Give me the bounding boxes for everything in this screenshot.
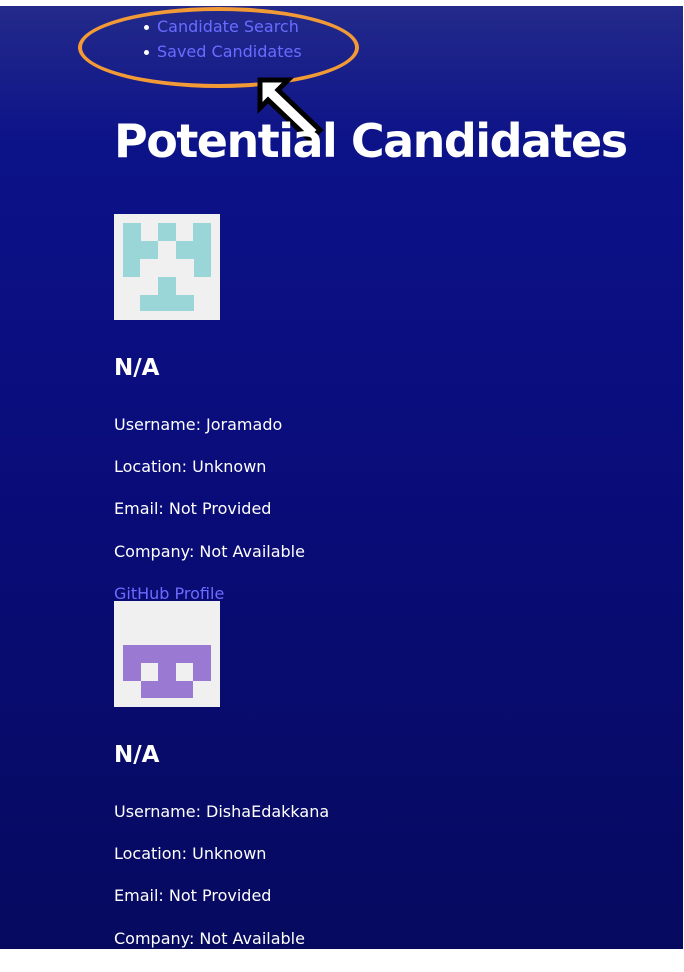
- candidate-company: Company: Not Available: [114, 542, 305, 561]
- candidate-name: N/A: [114, 355, 160, 381]
- candidate-name: N/A: [114, 742, 160, 768]
- page-title: Potential Candidates: [114, 114, 628, 168]
- candidate-search-link[interactable]: Candidate Search: [157, 17, 299, 36]
- candidate-username: Username: DishaEdakkana: [114, 802, 330, 821]
- main-nav: Candidate Search Saved Candidates: [143, 16, 302, 66]
- saved-candidates-link[interactable]: Saved Candidates: [157, 42, 302, 61]
- nav-item-saved-candidates: Saved Candidates: [143, 41, 302, 66]
- candidate-username: Username: Joramado: [114, 415, 283, 434]
- candidate-email: Email: Not Provided: [114, 499, 272, 518]
- nav-item-candidate-search: Candidate Search: [143, 16, 302, 41]
- app-page: Candidate Search Saved Candidates Potent…: [0, 6, 683, 949]
- identicon-avatar: [114, 601, 220, 707]
- candidate-location: Location: Unknown: [114, 844, 267, 863]
- candidate-email: Email: Not Provided: [114, 886, 272, 905]
- candidate-company: Company: Not Available: [114, 929, 305, 948]
- identicon-avatar: [114, 214, 220, 320]
- candidate-location: Location: Unknown: [114, 457, 267, 476]
